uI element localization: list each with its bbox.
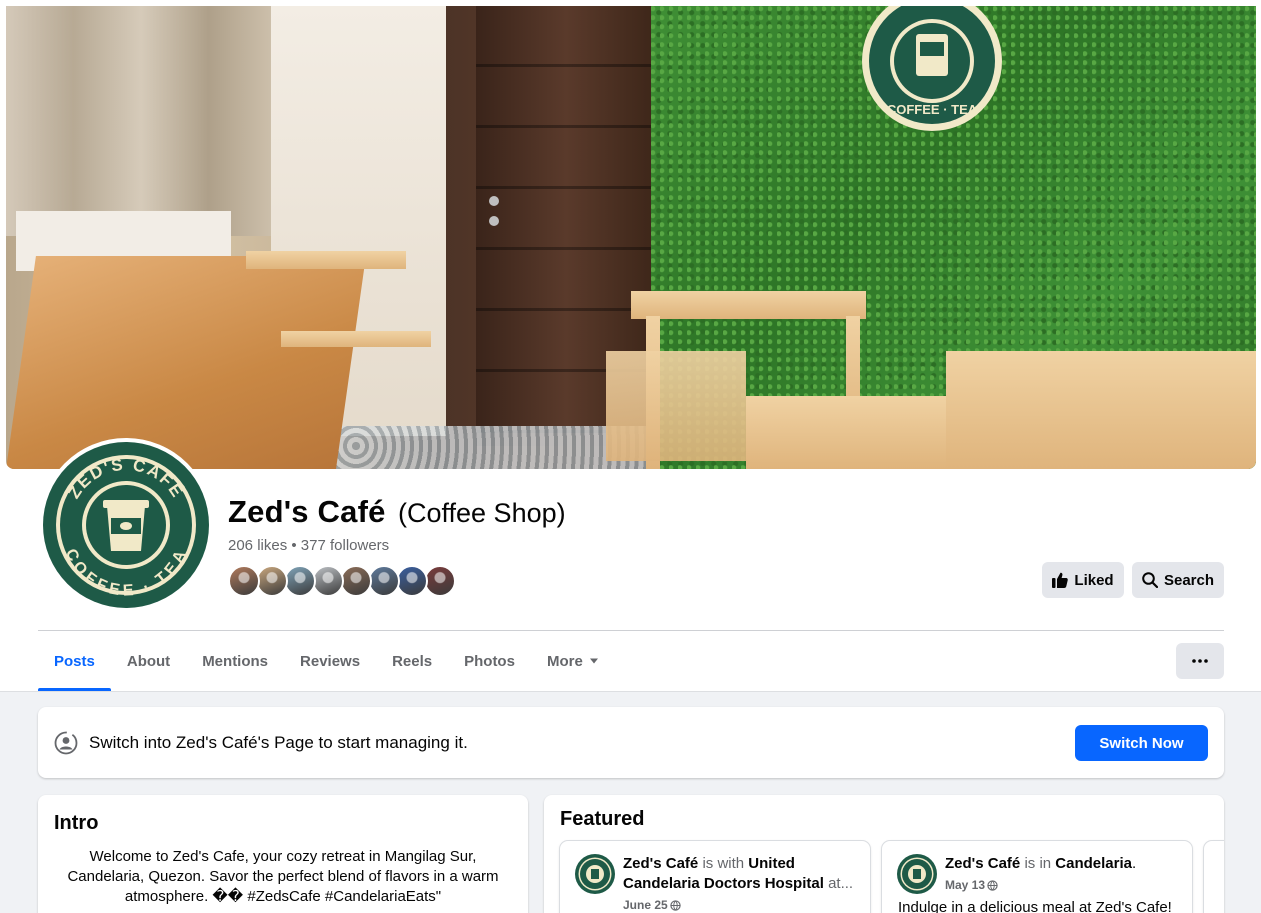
zeds-cafe-logo: ZED'S CAFÉ COFFEE · TEA <box>43 442 209 608</box>
cover-table-center <box>631 291 866 319</box>
follower-avatar[interactable] <box>368 565 400 597</box>
page-tabs: Posts About Mentions Reviews Reels Photo… <box>38 631 615 691</box>
switch-profile-icon <box>54 731 78 755</box>
tab-more[interactable]: More <box>531 631 615 691</box>
ellipsis-icon <box>1192 659 1208 663</box>
page-profile-picture[interactable]: ZED'S CAFÉ COFFEE · TEA <box>39 438 213 612</box>
search-label: Search <box>1163 571 1215 589</box>
post-connector: is with <box>702 855 745 872</box>
author-avatar[interactable] <box>575 854 615 894</box>
tab-label: Posts <box>54 652 95 670</box>
follower-avatar[interactable] <box>228 565 260 597</box>
follower-avatar[interactable] <box>424 565 456 597</box>
tab-photos[interactable]: Photos <box>448 631 531 691</box>
more-options-button[interactable] <box>1176 643 1224 679</box>
cover-table-right <box>946 351 1256 469</box>
caret-down-icon <box>589 658 598 664</box>
intro-title: Intro <box>54 812 99 834</box>
switch-banner-text: Switch into Zed's Café's Page to start m… <box>89 733 468 752</box>
featured-post[interactable]: Zed's Café is in Candelaria. May 13 Indu… <box>882 841 1192 913</box>
page-category: (Coffee Shop) <box>398 498 566 528</box>
globe-icon <box>670 899 681 911</box>
search-icon <box>1142 572 1158 588</box>
follower-avatar[interactable] <box>340 565 372 597</box>
tab-label: Reels <box>392 652 433 670</box>
intro-bio: Welcome to Zed's Cafe, your cozy retreat… <box>67 848 499 905</box>
follower-avatar[interactable] <box>284 565 316 597</box>
page-title: Zed's Café <box>228 494 386 529</box>
tab-label: Mentions <box>202 652 269 670</box>
door-lock <box>489 216 499 226</box>
follower-avatars[interactable] <box>228 565 456 597</box>
follower-avatar[interactable] <box>256 565 288 597</box>
cover-logo-text: COFFEE · TEA <box>887 102 978 117</box>
cover-photo[interactable]: COFFEE · TEA <box>6 6 1256 469</box>
tab-mentions[interactable]: Mentions <box>186 631 284 691</box>
cover-stool-center <box>606 351 746 461</box>
post-suffix: at... <box>828 875 854 892</box>
follower-avatar[interactable] <box>396 565 428 597</box>
liked-label: Liked <box>1074 571 1114 589</box>
follower-avatar[interactable] <box>312 565 344 597</box>
author-avatar[interactable] <box>897 854 937 894</box>
switch-profile-banner: Switch into Zed's Café's Page to start m… <box>38 707 1224 778</box>
thumbs-up-icon <box>1052 572 1069 588</box>
post-body: Indulge in a delicious meal at Zed's Caf… <box>898 899 1172 913</box>
post-date-text: June 25 <box>623 898 668 912</box>
tab-label: Photos <box>464 652 515 670</box>
post-date[interactable]: May 13 <box>945 878 998 892</box>
featured-post-header: Zed's Café is in Candelaria. <box>945 854 1180 874</box>
featured-post-partial[interactable] <box>1204 841 1224 913</box>
cover-logo-sign: COFFEE · TEA <box>862 6 1002 131</box>
search-button[interactable]: Search <box>1132 562 1224 598</box>
featured-post[interactable]: Zed's Café is with United Candelaria Doc… <box>560 841 870 913</box>
page-stats[interactable]: 206 likes • 377 followers <box>228 537 389 554</box>
post-date[interactable]: June 25 <box>623 898 681 912</box>
tab-label: More <box>546 652 583 670</box>
featured-post-header: Zed's Café is with United Candelaria Doc… <box>623 854 858 894</box>
tab-label: About <box>126 652 171 670</box>
cover-stool-right <box>746 396 946 469</box>
post-tagged-place[interactable]: Candelaria <box>1055 855 1132 872</box>
intro-card: Intro Welcome to Zed's Cafe, your cozy r… <box>38 795 528 913</box>
post-author[interactable]: Zed's Café <box>945 855 1020 872</box>
tab-about[interactable]: About <box>111 631 186 691</box>
door-knob <box>489 196 499 206</box>
tab-posts[interactable]: Posts <box>38 631 111 691</box>
post-connector: is in <box>1024 855 1052 872</box>
post-suffix: . <box>1132 855 1137 872</box>
liked-button[interactable]: Liked <box>1042 562 1124 598</box>
cover-small-table <box>246 251 406 269</box>
cover-table-left <box>6 256 366 469</box>
featured-title: Featured <box>560 808 645 830</box>
cover-curtain <box>6 6 276 236</box>
cover-stool <box>281 331 431 347</box>
tab-label: Reviews <box>300 652 361 670</box>
tab-reels[interactable]: Reels <box>376 631 448 691</box>
post-date-text: May 13 <box>945 878 986 892</box>
tab-reviews[interactable]: Reviews <box>284 631 376 691</box>
switch-now-button[interactable]: Switch Now <box>1075 725 1208 761</box>
post-author[interactable]: Zed's Café <box>623 855 698 872</box>
featured-card: Featured Zed's Café is with United Cande… <box>544 795 1224 913</box>
globe-icon <box>987 879 998 891</box>
